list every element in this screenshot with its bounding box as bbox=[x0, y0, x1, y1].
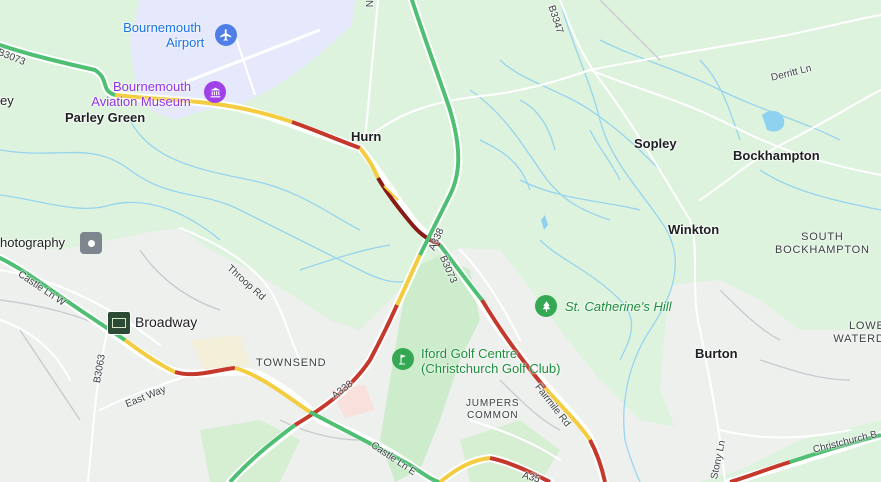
pond bbox=[762, 110, 785, 132]
place-winkton[interactable]: Winkton bbox=[668, 222, 719, 237]
place-photography[interactable]: hotography bbox=[0, 235, 65, 250]
place-bockhampton[interactable]: Bockhampton bbox=[733, 148, 820, 163]
st-catherines-hill-label[interactable]: St. Catherine's Hill bbox=[565, 299, 672, 314]
lower-waterditch-line1: LOWE bbox=[849, 320, 881, 332]
store-icon[interactable] bbox=[107, 311, 131, 335]
road-b3073-hurn-red bbox=[291, 120, 361, 150]
aviation-museum-line2: Aviation Museum bbox=[91, 94, 191, 109]
jumpers-common-line1: JUMPERS bbox=[466, 398, 520, 409]
lower-waterditch-line2: WATERD bbox=[833, 333, 881, 345]
district-south-bockhampton[interactable]: SOUTH BOCKHAMPTON bbox=[775, 231, 870, 257]
museum-icon[interactable] bbox=[204, 81, 226, 103]
airport-icon[interactable] bbox=[215, 24, 237, 46]
jumpers-common-line2: COMMON bbox=[466, 410, 519, 421]
place-sopley[interactable]: Sopley bbox=[634, 136, 677, 151]
road-label-top: N bbox=[363, 0, 374, 8]
place-hurn[interactable]: Hurn bbox=[351, 129, 381, 144]
district-lower-waterditch[interactable]: LOWE WATERD bbox=[829, 320, 881, 346]
aviation-museum-label[interactable]: Bournemouth Aviation Museum bbox=[91, 79, 191, 109]
south-bockhampton-line1: SOUTH bbox=[801, 231, 844, 243]
golf-icon[interactable] bbox=[392, 348, 414, 370]
place-burton[interactable]: Burton bbox=[695, 346, 738, 361]
st-catherines-hill-text: St. Catherine's Hill bbox=[565, 299, 672, 314]
iford-golf-line2: (Christchurch Golf Club) bbox=[421, 361, 561, 376]
pond-2 bbox=[541, 215, 548, 230]
map-canvas[interactable]: Bournemouth Airport Bournemouth Aviation… bbox=[0, 0, 881, 482]
iford-golf-label[interactable]: Iford Golf Centre (Christchurch Golf Clu… bbox=[421, 346, 560, 376]
south-bockhampton-line2: BOCKHAMPTON bbox=[775, 244, 870, 256]
district-townsend[interactable]: TOWNSEND bbox=[256, 357, 326, 369]
camera-icon[interactable] bbox=[80, 232, 102, 254]
urban-area-burton bbox=[660, 280, 881, 482]
tree-icon[interactable] bbox=[535, 295, 557, 317]
district-jumpers-common[interactable]: JUMPERS COMMON bbox=[466, 398, 519, 422]
iford-golf-line1: Iford Golf Centre bbox=[421, 346, 518, 361]
place-ey[interactable]: ey bbox=[0, 93, 14, 108]
airport-label-line1: Bournemouth bbox=[123, 20, 202, 35]
place-broadway[interactable]: Broadway bbox=[135, 314, 197, 330]
airport-label-line2: Airport bbox=[166, 35, 205, 50]
place-parley-green[interactable]: Parley Green bbox=[65, 110, 145, 125]
airport-label[interactable]: Bournemouth Airport bbox=[120, 20, 204, 50]
aviation-museum-line1: Bournemouth bbox=[113, 79, 192, 94]
